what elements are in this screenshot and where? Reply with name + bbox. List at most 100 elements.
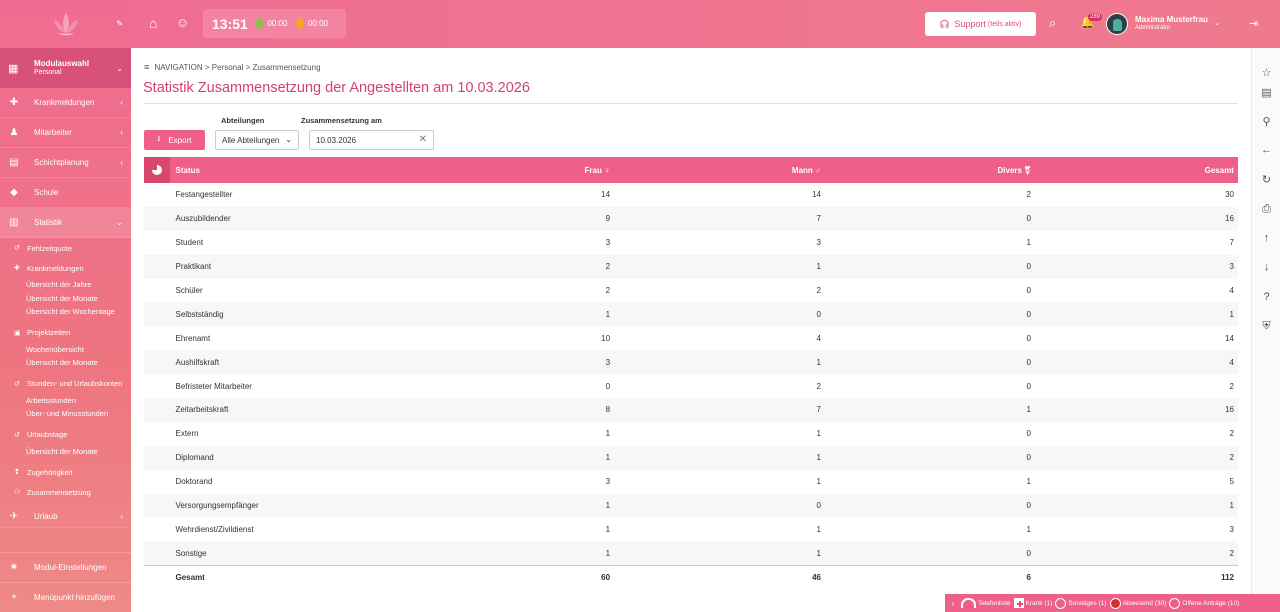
medical-icon: ✚ — [14, 265, 20, 272]
sidebar-sub-krankmeldungen[interactable]: ✚ Krankmeldungen — [14, 258, 131, 278]
statusbar-label: Krank (1) — [1025, 599, 1053, 607]
divider — [143, 103, 1238, 104]
avatar[interactable] — [1106, 13, 1128, 35]
support-button[interactable]: ☊ Support (teils aktiv) — [925, 12, 1036, 36]
sidebar-item-schule[interactable]: ◆ Schule — [0, 178, 131, 208]
time-box[interactable]: 13:51 00:00 00:00 — [203, 9, 346, 38]
sidebar-sub-urlaubstage[interactable]: ↺ Urlaubstage — [14, 425, 131, 445]
smiley-icon[interactable]: ☺ — [176, 15, 192, 31]
export-button[interactable]: ⭳ Export — [144, 130, 205, 150]
cell-status: Auszubildender — [175, 214, 231, 224]
orange-status-icon — [296, 18, 304, 29]
sidebar-subsub-item[interactable]: Arbeitsstunden — [26, 394, 131, 408]
cell-mann: 1 — [816, 357, 821, 367]
absent-icon — [1109, 597, 1121, 609]
sidebar-item-urlaub[interactable]: ✈ Urlaub ‹ — [0, 506, 131, 528]
chevron-right-icon[interactable]: › — [945, 599, 961, 608]
sidebar-sub-zugehoerigkeit[interactable]: ❢ Zugehörigkeit — [14, 462, 131, 482]
sidebar-subsub-item[interactable]: Wochenübersicht — [26, 343, 131, 357]
header-mann-label: Mann — [791, 165, 813, 175]
cell-gesamt: 30 — [1225, 190, 1234, 200]
table-row: Schüler 2 2 0 4 — [144, 279, 1238, 303]
history-icon: ↺ — [14, 431, 20, 439]
hamburger-icon[interactable]: ≡ — [144, 62, 149, 72]
statusbar-offene[interactable]: Offene Anträge (10) — [1169, 597, 1239, 609]
sidebar-subsub-item[interactable]: Übersicht der Jahre — [26, 278, 131, 292]
sidebar-subsub-item[interactable]: Übersicht der Wochentage — [26, 305, 131, 319]
logout-icon[interactable]: ⇥ — [1249, 17, 1258, 30]
pie-chart-icon[interactable] — [144, 157, 170, 183]
abteilungen-select[interactable]: Alle Abteilungen ⌄ — [215, 130, 299, 150]
star-icon[interactable]: ☆ — [1258, 66, 1275, 83]
user-role: Administrator — [1135, 25, 1171, 31]
sidebar-item-schichtplanung[interactable]: ▤ Schichtplanung ‹ — [0, 148, 131, 178]
sidebar-item-menupunkt[interactable]: + Menüpunkt hinzufügen — [0, 582, 131, 612]
cell-divers: 0 — [1026, 381, 1031, 391]
header-divers[interactable]: Divers ⚧ — [821, 166, 1031, 175]
pin-icon[interactable]: ✎ — [116, 19, 123, 28]
cell-mann: 14 — [812, 190, 821, 200]
refresh-icon[interactable]: ↻ — [1258, 173, 1275, 190]
arrow-up-icon[interactable]: ↑ — [1258, 232, 1275, 249]
abteilungen-value: Alle Abteilungen — [222, 136, 280, 145]
header-status[interactable]: Status — [170, 166, 439, 175]
arrow-down-icon[interactable]: ↓ — [1258, 261, 1275, 278]
statusbar-telefonliste[interactable]: Telefonliste — [961, 598, 1011, 608]
statusbar-krank[interactable]: Krank (1) — [1013, 598, 1053, 608]
breadcrumb-nav[interactable]: NAVIGATION — [155, 63, 203, 72]
header-divers-label: Divers — [997, 165, 1022, 175]
arrow-left-icon[interactable]: ← — [1258, 144, 1275, 161]
search-icon[interactable]: ⌕ — [1049, 15, 1056, 31]
close-icon[interactable]: ✕ — [419, 134, 427, 145]
cell-frau: 3 — [605, 477, 611, 487]
sidebar-item-mitarbeiter[interactable]: ♟ Mitarbeiter ‹ — [0, 118, 131, 148]
breadcrumb-path-1[interactable]: Personal — [212, 63, 244, 72]
sidebar: ✎ ▦ Modulauswahl Personal ⌄ ✚ Krankmeldu… — [0, 0, 131, 612]
statusbar-abwesend[interactable]: Abwesend (30) — [1109, 597, 1166, 609]
cell-frau: 1 — [605, 429, 611, 439]
chart-icon: ▥ — [9, 217, 19, 228]
user-name[interactable]: Maxima Musterfrau — [1135, 15, 1208, 24]
cell-status: Schüler — [175, 286, 203, 295]
chevron-down-icon[interactable]: ⌄ — [1214, 19, 1220, 27]
date-field[interactable]: 10.03.2026 ✕ — [309, 130, 434, 150]
sidebar-item-krankmeldungen[interactable]: ✚ Krankmeldungen ‹ — [0, 88, 131, 118]
sidebar-subsub-item[interactable]: Über- und Minusstunden — [26, 407, 131, 421]
header-gesamt[interactable]: Gesamt — [1031, 166, 1238, 175]
clock-icon — [1169, 597, 1181, 609]
paperclip-icon[interactable]: ⚲ — [1258, 115, 1275, 132]
shield-icon[interactable]: ⛨ — [1258, 320, 1275, 337]
sidebar-item-label: Mitarbeiter — [34, 128, 72, 137]
cell-frau: 8 — [605, 405, 611, 415]
cell-frau: 10 — [601, 333, 611, 343]
print-icon[interactable]: ⎙ — [1258, 203, 1275, 220]
sidebar-subsub-item[interactable]: Übersicht der Monate — [26, 445, 131, 459]
sidebar-subsub-item[interactable]: Übersicht der Monate — [26, 292, 131, 306]
cell-mann: 2 — [816, 381, 821, 391]
plus-icon: + — [11, 592, 17, 603]
cell-mann: 3 — [816, 238, 821, 248]
orange-time: 00:00 — [307, 19, 328, 28]
diverse-icon: ⚧ — [1024, 165, 1031, 175]
sidebar-sub-zusammensetzung[interactable]: ⚇ Zusammensetzung — [14, 482, 131, 502]
cell-divers: 1 — [1026, 477, 1031, 487]
header-mann[interactable]: Mann ♂ — [610, 166, 821, 175]
sidebar-sub-projektzeiten[interactable]: ▣ Projektzeiten — [14, 323, 131, 343]
sidebar-item-label: Statistik — [34, 218, 63, 227]
sidebar-sub-fehlzeitquote[interactable]: ↺ Fehlzeitquote — [14, 238, 131, 258]
sidebar-subsub-item[interactable]: Übersicht der Monate — [26, 356, 131, 370]
module-select[interactable]: ▦ Modulauswahl Personal ⌄ — [0, 48, 131, 88]
home-icon[interactable]: ⌂ — [149, 15, 165, 31]
plane-icon: ✈ — [9, 511, 19, 522]
table-footer: Gesamt 60 46 6 112 — [144, 565, 1238, 589]
cell-gesamt: 3 — [1229, 524, 1234, 534]
notes-icon[interactable]: ▤ — [1258, 86, 1275, 103]
header-frau[interactable]: Frau ♀ — [438, 166, 611, 175]
help-icon[interactable]: ? — [1258, 291, 1275, 308]
statusbar-sonstiges[interactable]: Sonstiges (1) — [1055, 597, 1107, 609]
cell-gesamt: 1 — [1229, 309, 1234, 319]
cell-mann: 1 — [816, 453, 821, 463]
sidebar-item-modul-einstellungen[interactable]: ✷ Modul-Einstellungen — [0, 552, 131, 582]
sidebar-item-statistik[interactable]: ▥ Statistik ⌄ — [0, 208, 131, 238]
sidebar-sub-stunden[interactable]: ↺ Stunden- und Urlaubskonten — [14, 374, 131, 394]
